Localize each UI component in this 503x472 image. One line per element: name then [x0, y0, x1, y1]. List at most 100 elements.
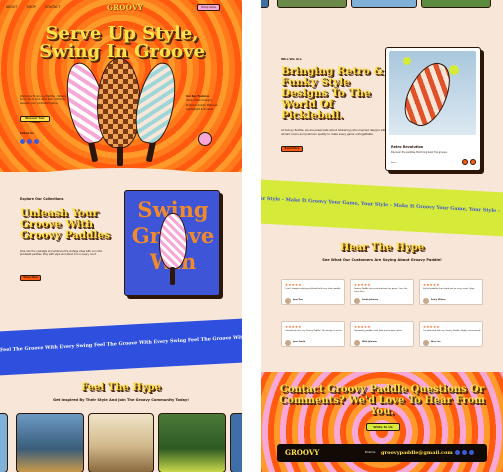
review-card: ★★★★★ I can't imagine playing pickleball…: [281, 279, 345, 305]
footer-logo[interactable]: GROOVY: [285, 448, 319, 457]
reviewer-name: Emily Wilson: [431, 299, 446, 301]
community-photo: [261, 0, 269, 8]
nav-item-shop[interactable]: SHOP: [26, 5, 35, 9]
testimonials-subtitle: See What Our Customers Are Saying About …: [322, 258, 442, 262]
facebook-icon[interactable]: [20, 139, 25, 144]
star-rating: ★★★★★: [423, 283, 440, 287]
ball-image: [403, 57, 411, 65]
footer-email-link[interactable]: groovypaddle@gmail.com: [381, 450, 453, 456]
write-to-us-button[interactable]: Write To Us: [366, 423, 400, 431]
review-card: ★★★★★ I'm obsessed with my Groovy Paddle…: [419, 321, 483, 347]
features-list: Our Key Features Vibrant Retro Designs P…: [186, 95, 230, 113]
logo[interactable]: GROOVY: [107, 3, 143, 12]
feature-item: Lightweight & Durable: [186, 108, 213, 112]
landing-page-right: Who We Are Bringing Retro & Funky Style …: [261, 0, 503, 472]
shop-now-nav-button[interactable]: Shop Now: [197, 4, 220, 11]
paddle-teal: [129, 59, 183, 147]
reviewer-name: Jane Doe: [293, 299, 303, 301]
read-more-button[interactable]: Read More: [281, 146, 303, 152]
paddle-handle: [170, 267, 175, 285]
arrow-left-icon[interactable]: [462, 159, 468, 165]
page: ABOUT SHOP CONTACT GROOVY Shop Now Serve…: [0, 0, 503, 472]
about-text: At Groovy Paddle, we are passionate abou…: [281, 129, 387, 136]
marquee-text: Feel The Groove With Every Swing Feel Th…: [0, 333, 242, 354]
review-card: ★★★★★ Top-quality paddles with bold and …: [350, 321, 414, 347]
contact-title: Contact Groovy Paddle Questions Or Comme…: [279, 384, 485, 417]
paddle-checkered: [97, 58, 141, 148]
instagram-icon[interactable]: [27, 139, 32, 144]
review-text: Top-quality paddles with bold and unique…: [354, 330, 403, 332]
instagram-icon[interactable]: [462, 450, 467, 455]
testimonials-title: Hear The Hype: [339, 242, 425, 253]
discover-paddle-button[interactable]: Discover Your Paddle: [20, 116, 50, 124]
review-card: ★★★★★ Stylish paddles that stand out on …: [419, 279, 483, 305]
shop-now-button[interactable]: Shop Now: [20, 275, 41, 281]
avatar: [354, 340, 360, 346]
card-text: Discover the paddles that bring back the…: [391, 151, 448, 154]
follow-us-label: Follow Us: [20, 132, 34, 135]
card-footnote: Retro: [391, 162, 397, 164]
review-card: ★★★★★ Groovy Paddle has revolutionized m…: [350, 279, 414, 305]
badge-sticker: [198, 132, 212, 146]
paddle-image: [159, 213, 187, 269]
hero-description: Welcome To Groovy Paddle - Where bold co…: [20, 95, 66, 105]
community-photo: [230, 413, 242, 472]
review-text: I can't imagine playing pickleball with …: [285, 288, 342, 290]
hero-section: ABOUT SHOP CONTACT GROOVY Shop Now Serve…: [0, 0, 242, 172]
feel-hype-title: Feel The Hype: [81, 382, 161, 393]
landing-page-left: ABOUT SHOP CONTACT GROOVY Shop Now Serve…: [0, 0, 242, 472]
top-nav: ABOUT SHOP CONTACT: [6, 5, 60, 9]
nav-item-about[interactable]: ABOUT: [6, 5, 17, 9]
review-text: I absolutely love my Groovy Paddle! The …: [285, 330, 343, 332]
collections-text: Dive into the nostalgia and embrace the …: [20, 250, 103, 257]
avatar: [423, 340, 429, 346]
community-photo: [421, 0, 491, 8]
marquee-banner: Feel The Groove With Every Swing Feel Th…: [0, 318, 242, 376]
hero-title: Serve Up Style, Swing In Groove: [39, 23, 205, 62]
review-text: Stylish paddles that stand out on every …: [423, 288, 475, 290]
twitter-icon[interactable]: [34, 139, 39, 144]
about-card: Retro Revolution Discover the paddles th…: [385, 47, 481, 171]
community-photo: [0, 413, 8, 472]
footer: GROOVY Email Us groovypaddle@gmail.com: [277, 444, 487, 462]
community-photo: [351, 0, 417, 8]
avatar: [285, 298, 291, 304]
facebook-icon[interactable]: [455, 450, 460, 455]
star-rating: ★★★★★: [285, 283, 302, 287]
card-image: [389, 51, 476, 135]
nav-item-contact[interactable]: CONTACT: [45, 5, 61, 9]
about-title: Bringing Retro & Funky Style Designs To …: [281, 65, 383, 121]
star-rating: ★★★★★: [354, 325, 371, 329]
community-photo: [277, 0, 347, 8]
feel-hype-subtitle: Get Inspired By Their Style And Join The…: [53, 398, 189, 402]
review-text: Groovy Paddle has revolutionized my game…: [354, 288, 408, 293]
footer-social-icons: [455, 450, 474, 455]
marquee-text: Your Style - Make It Groovy Your Game, Y…: [261, 195, 500, 215]
avatar: [285, 340, 291, 346]
ball-image: [449, 65, 459, 75]
collections-image: Swing Groove Win: [124, 190, 220, 296]
star-rating: ★★★★★: [354, 283, 371, 287]
reviewer-name: Mike Johnson: [362, 341, 377, 343]
reviewer-name: Jane Smith: [293, 341, 306, 343]
arrow-right-icon[interactable]: [470, 159, 476, 165]
card-title: Retro Revolution: [391, 145, 424, 149]
community-photo: [158, 413, 226, 472]
about-label: Who We Are: [281, 57, 302, 61]
review-text: I'm obsessed with my Groovy Paddle. High…: [423, 330, 481, 332]
twitter-icon[interactable]: [469, 450, 474, 455]
community-photo-strip: [261, 0, 503, 14]
review-card: ★★★★★ I absolutely love my Groovy Paddle…: [281, 321, 345, 347]
collections-title: Unleash Your Groove With Groovy Paddles: [20, 207, 111, 241]
avatar: [354, 298, 360, 304]
footer-email-label: Email Us: [365, 451, 376, 454]
reviewer-name: Sarah Johnson: [362, 299, 379, 301]
star-rating: ★★★★★: [285, 325, 302, 329]
card-arrows: [462, 159, 476, 165]
marquee-banner-lime: Your Style - Make It Groovy Your Game, Y…: [261, 179, 503, 237]
collections-label: Explore Our Collections: [20, 197, 64, 201]
reviewer-name: Alex Lee: [431, 341, 441, 343]
community-photo: [16, 413, 84, 472]
star-rating: ★★★★★: [423, 325, 440, 329]
community-photo: [88, 413, 154, 472]
